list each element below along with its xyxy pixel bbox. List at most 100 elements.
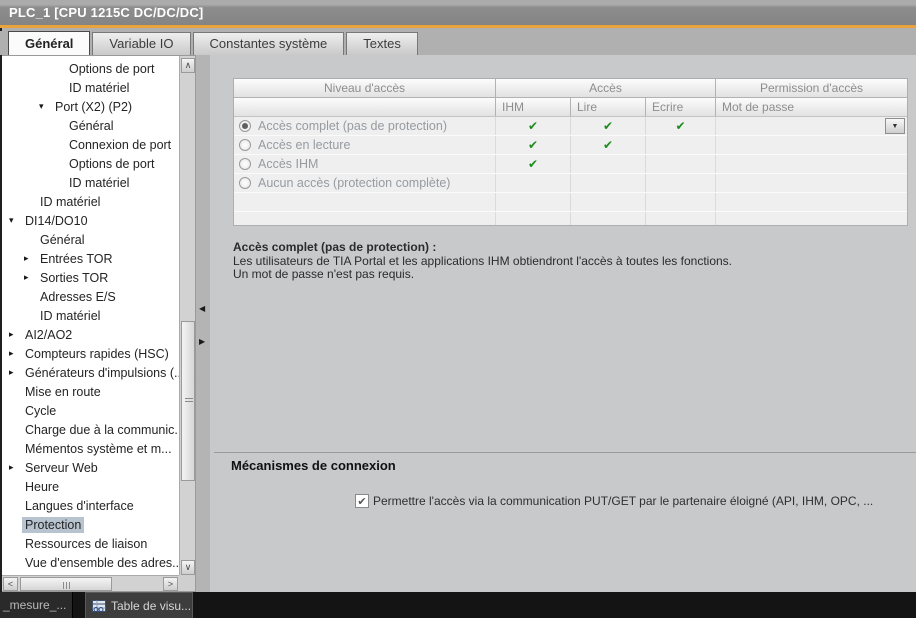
tree-item[interactable]: ▸Entrées TOR xyxy=(2,249,179,268)
chevron-down-icon[interactable]: ▾ xyxy=(39,101,52,112)
taskbar-item-table-visu[interactable]: Table de visu... xyxy=(85,592,193,618)
access-level-label[interactable]: Accès en lecture xyxy=(258,138,350,152)
vertical-scrollbar-thumb[interactable] xyxy=(181,321,195,481)
tree-item[interactable]: ▾DI14/DO10 xyxy=(2,211,179,230)
put-get-checkbox-row: ✔ Permettre l'accès via la communication… xyxy=(355,494,873,508)
tree-item-label: ID matériel xyxy=(37,308,103,324)
navigation-tree: Options de portID matériel▾Port (X2) (P2… xyxy=(2,59,179,576)
sub-header-ecrire: Ecrire xyxy=(646,98,716,116)
sub-header-mot-de-passe: Mot de passe xyxy=(716,98,907,116)
check-icon: ✔ xyxy=(528,157,538,171)
tree-item[interactable]: ▾Port (X2) (P2) xyxy=(2,97,179,116)
ecrire-cell xyxy=(646,136,716,154)
put-get-checkbox[interactable]: ✔ xyxy=(355,494,369,508)
empty-cell xyxy=(716,193,907,211)
scroll-left-icon[interactable]: < xyxy=(3,577,18,591)
check-icon: ✔ xyxy=(603,119,613,133)
sub-header-lire: Lire xyxy=(571,98,646,116)
check-icon: ✔ xyxy=(603,138,613,152)
chevron-right-icon[interactable]: ▸ xyxy=(9,348,22,359)
tree-item[interactable]: Adresses E/S xyxy=(2,287,179,306)
tab-general[interactable]: Général xyxy=(8,31,90,55)
tree-item[interactable]: ▸Générateurs d'impulsions (... xyxy=(2,363,179,382)
tab-constantes-systeme[interactable]: Constantes système xyxy=(193,32,345,55)
tree-item[interactable]: Vue d'ensemble des adres... xyxy=(2,553,179,572)
column-header-niveau-dacces: Niveau d'accès xyxy=(234,79,496,97)
access-level-label[interactable]: Accès complet (pas de protection) xyxy=(258,119,447,133)
tree-vertical-scrollbar[interactable]: ∧ ∨ xyxy=(179,56,195,577)
empty-cell xyxy=(571,193,646,211)
chevron-down-icon[interactable]: ▾ xyxy=(9,215,22,226)
tab-textes[interactable]: Textes xyxy=(346,32,418,55)
panel-splitter[interactable]: ◀ ▶ xyxy=(196,55,210,592)
tree-item[interactable]: Mise en route xyxy=(2,382,179,401)
column-header-acces: Accès xyxy=(496,79,716,97)
tree-item[interactable]: Connexion de port xyxy=(2,135,179,154)
tree-item[interactable]: ID matériel xyxy=(2,306,179,325)
tree-item[interactable]: Protection xyxy=(2,515,179,534)
empty-cell xyxy=(234,212,496,225)
tree-item[interactable]: Options de port xyxy=(2,154,179,173)
editor-taskbar: _mesure_... Table de visu... xyxy=(0,592,916,618)
tree-item[interactable]: ▸Compteurs rapides (HSC) xyxy=(2,344,179,363)
tree-item-label: ID matériel xyxy=(66,175,132,191)
horizontal-scrollbar-thumb[interactable] xyxy=(20,577,112,591)
chevron-right-icon[interactable]: ▸ xyxy=(24,253,37,264)
radio-icon[interactable] xyxy=(239,139,251,151)
access-level-label[interactable]: Accès IHM xyxy=(258,157,318,171)
chevron-right-icon[interactable]: ▸ xyxy=(9,329,22,340)
ecrire-cell xyxy=(646,174,716,192)
empty-table-row xyxy=(234,212,907,225)
tree-item-label: Général xyxy=(37,232,87,248)
tab-row: Général Variable IO Constantes système T… xyxy=(0,31,916,55)
taskbar-item-mesure[interactable]: _mesure_... xyxy=(0,592,73,618)
scroll-down-icon[interactable]: ∨ xyxy=(181,560,195,575)
access-level-cell: Accès en lecture xyxy=(234,136,496,154)
tree-item[interactable]: Ressources de liaison xyxy=(2,534,179,553)
tree-item[interactable]: Cycle xyxy=(2,401,179,420)
chevron-right-icon[interactable]: ▸ xyxy=(24,272,37,283)
chevron-right-icon[interactable]: ▸ xyxy=(9,367,22,378)
access-level-label[interactable]: Aucun accès (protection complète) xyxy=(258,176,450,190)
thumb-grip xyxy=(185,398,193,404)
scrollbar-corner xyxy=(179,575,195,591)
tree-item[interactable]: ▸Serveur Web xyxy=(2,458,179,477)
tree-item[interactable]: ID matériel xyxy=(2,78,179,97)
tree-item-label: Protection xyxy=(22,517,84,533)
tree-item[interactable]: Général xyxy=(2,230,179,249)
tree-item[interactable]: ID matériel xyxy=(2,173,179,192)
tree-item[interactable]: ▸AI2/AO2 xyxy=(2,325,179,344)
empty-cell xyxy=(234,193,496,211)
tree-item[interactable]: Options de port xyxy=(2,59,179,78)
tree-item[interactable]: Heure xyxy=(2,477,179,496)
tree-item-label: Sorties TOR xyxy=(37,270,111,286)
lire-cell xyxy=(571,174,646,192)
tree-item-label: Mémentos système et m... xyxy=(22,441,175,457)
mot-de-passe-cell xyxy=(716,136,907,154)
radio-icon[interactable] xyxy=(239,177,251,189)
radio-icon[interactable] xyxy=(239,158,251,170)
splitter-collapse-left-icon[interactable]: ◀ xyxy=(199,305,205,313)
password-dropdown-button[interactable]: ▼ xyxy=(885,118,905,134)
tree-item[interactable]: Général xyxy=(2,116,179,135)
radio-icon[interactable] xyxy=(239,120,251,132)
tree-item-label: Serveur Web xyxy=(22,460,101,476)
empty-cell xyxy=(496,212,571,225)
tree-item[interactable]: ID matériel xyxy=(2,192,179,211)
tree-horizontal-scrollbar[interactable]: < > xyxy=(2,575,180,591)
mot-de-passe-cell: ▼ xyxy=(716,117,907,135)
tree-item-label: Charge due à la communic... xyxy=(22,422,179,438)
tree-item[interactable]: Langues d'interface xyxy=(2,496,179,515)
scroll-right-icon[interactable]: > xyxy=(163,577,178,591)
scroll-up-icon[interactable]: ∧ xyxy=(181,58,195,73)
tree-item[interactable]: ▸Sorties TOR xyxy=(2,268,179,287)
titlebar: PLC_1 [CPU 1215C DC/DC/DC] xyxy=(0,0,916,28)
splitter-collapse-right-icon[interactable]: ▶ xyxy=(199,338,205,346)
tree-item-label: ID matériel xyxy=(66,80,132,96)
tree-item-label: Heure xyxy=(22,479,62,495)
sub-header-ihm: IHM xyxy=(496,98,571,116)
tree-item[interactable]: Charge due à la communic... xyxy=(2,420,179,439)
chevron-right-icon[interactable]: ▸ xyxy=(9,462,22,473)
tree-item[interactable]: Mémentos système et m... xyxy=(2,439,179,458)
tab-variable-io[interactable]: Variable IO xyxy=(92,32,190,55)
